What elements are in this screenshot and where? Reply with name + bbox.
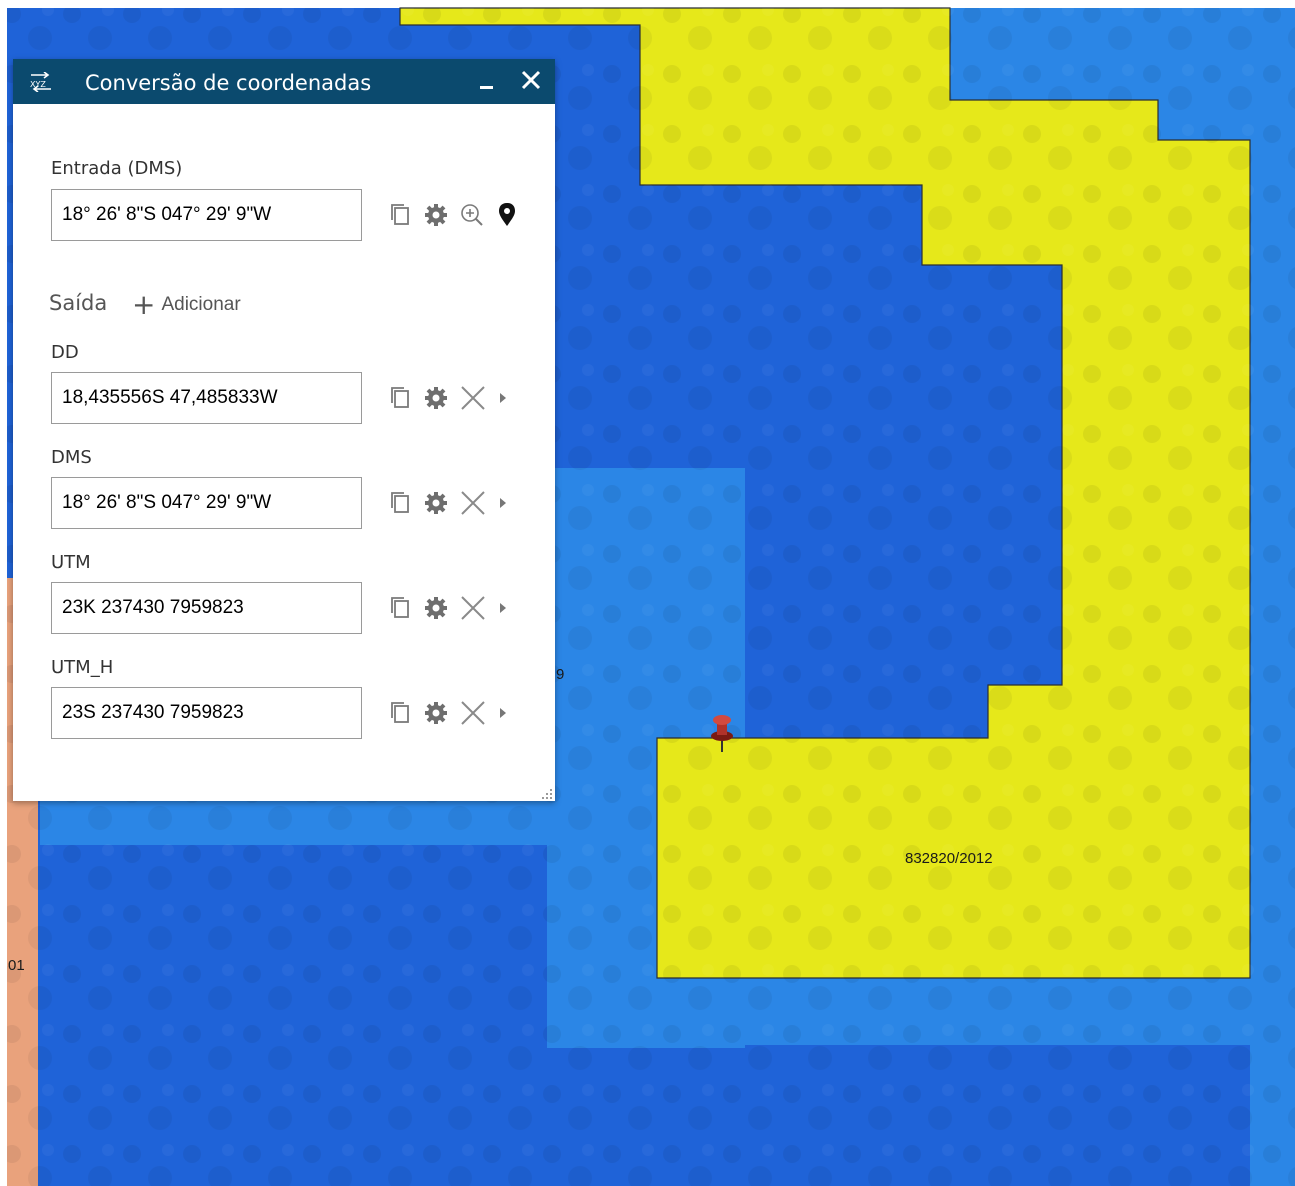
coordinate-conversion-widget: XYZ Conversão de coordenadas Entrada (DM…	[13, 59, 555, 801]
output-row-label: UTM	[51, 552, 91, 573]
expand-arrow-icon[interactable]	[497, 494, 509, 522]
resize-grip-icon[interactable]	[541, 787, 553, 799]
expand-arrow-icon[interactable]	[497, 389, 509, 417]
add-output-label: Adicionar	[161, 294, 241, 315]
copy-icon[interactable]	[388, 699, 416, 727]
output-coordinate-field[interactable]	[51, 687, 362, 739]
minimize-button[interactable]	[470, 59, 504, 104]
add-output-button[interactable]: + Adicionar	[132, 290, 241, 320]
map-pin-icon[interactable]	[497, 201, 525, 229]
expand-arrow-icon[interactable]	[497, 704, 509, 732]
gear-icon[interactable]	[423, 385, 451, 413]
gear-icon[interactable]	[423, 700, 451, 728]
gear-icon[interactable]	[423, 595, 451, 623]
expand-arrow-icon[interactable]	[497, 599, 509, 627]
output-coordinate-field[interactable]	[51, 372, 362, 424]
output-coordinate-field[interactable]	[51, 477, 362, 529]
input-label: Entrada (DMS)	[51, 158, 183, 179]
close-icon	[521, 70, 541, 90]
svg-text:XYZ: XYZ	[30, 80, 46, 89]
output-row-label: DMS	[51, 447, 92, 468]
gear-icon[interactable]	[423, 202, 451, 230]
plus-icon: +	[132, 288, 156, 321]
remove-icon[interactable]	[460, 385, 488, 413]
copy-icon[interactable]	[388, 384, 416, 412]
output-title: Saída	[49, 291, 108, 315]
copy-icon[interactable]	[388, 201, 416, 229]
output-row-label: DD	[51, 342, 79, 363]
remove-icon[interactable]	[460, 490, 488, 518]
minimize-icon	[480, 86, 493, 89]
copy-icon[interactable]	[388, 489, 416, 517]
parcel-label: 832820/2012	[905, 850, 993, 867]
parcel-label-fragment-mid: 9	[556, 666, 565, 683]
xyz-convert-icon: XYZ	[28, 71, 54, 93]
close-button[interactable]	[513, 59, 547, 104]
parcel-label-fragment: 01	[8, 957, 25, 974]
copy-icon[interactable]	[388, 594, 416, 622]
remove-icon[interactable]	[460, 700, 488, 728]
gear-icon[interactable]	[423, 490, 451, 518]
output-coordinate-field[interactable]	[51, 582, 362, 634]
remove-icon[interactable]	[460, 595, 488, 623]
zoom-in-icon[interactable]	[459, 202, 487, 230]
widget-title: Conversão de coordenadas	[85, 71, 372, 95]
input-coordinate-field[interactable]	[51, 189, 362, 241]
output-row-label: UTM_H	[51, 657, 114, 678]
widget-header[interactable]: XYZ Conversão de coordenadas	[13, 59, 555, 104]
